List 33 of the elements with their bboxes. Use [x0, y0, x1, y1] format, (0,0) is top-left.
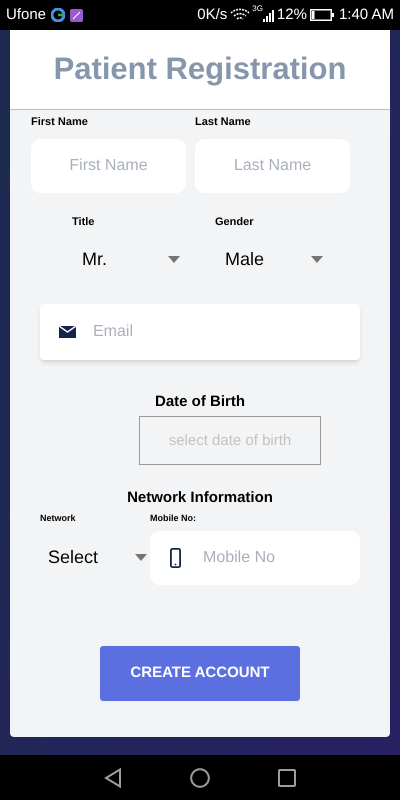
network-dropdown[interactable]: Select: [40, 538, 150, 578]
dropdown-label: Title: [72, 215, 96, 229]
create-account-button[interactable]: CREATE ACCOUNT: [100, 646, 300, 700]
recent-apps-icon[interactable]: [278, 768, 296, 786]
battery-icon: [310, 9, 334, 21]
mobile-field[interactable]: Mobile No: [150, 530, 360, 584]
carrier-name: Ufone: [6, 4, 46, 25]
name-field[interactable]: First Name: [31, 139, 186, 193]
section-heading: Network Information: [127, 488, 273, 508]
phone-icon: [170, 548, 181, 568]
field-label: Last Name: [195, 115, 252, 129]
dropdown-label: Gender: [215, 215, 255, 229]
field-label: Mobile No:: [150, 512, 196, 525]
envelope-icon: [59, 326, 76, 338]
field-label: First Name: [31, 115, 89, 129]
dropdown-caret-icon: [135, 554, 147, 561]
home-icon[interactable]: [190, 768, 210, 788]
field-label: Date of Birth: [155, 392, 245, 412]
signal-icon: [262, 8, 275, 22]
name-field[interactable]: Last Name: [195, 139, 350, 193]
dropdown-caret-icon: [168, 256, 180, 262]
wifi-icon: [230, 8, 250, 22]
clock: 1:40 AM: [338, 4, 394, 25]
dropdown[interactable]: Mr.: [72, 244, 180, 274]
dropdown-caret-icon: [311, 256, 323, 262]
battery-percent: 12%: [276, 4, 307, 25]
network-speed: 0K/s: [197, 4, 228, 25]
dropdown[interactable]: Male: [215, 244, 323, 274]
network-type: 3G: [252, 3, 263, 15]
field-label: Network: [40, 512, 77, 525]
back-icon[interactable]: [104, 768, 122, 788]
page-title: Patient Registration: [54, 50, 346, 88]
email-field[interactable]: Email: [40, 304, 360, 360]
